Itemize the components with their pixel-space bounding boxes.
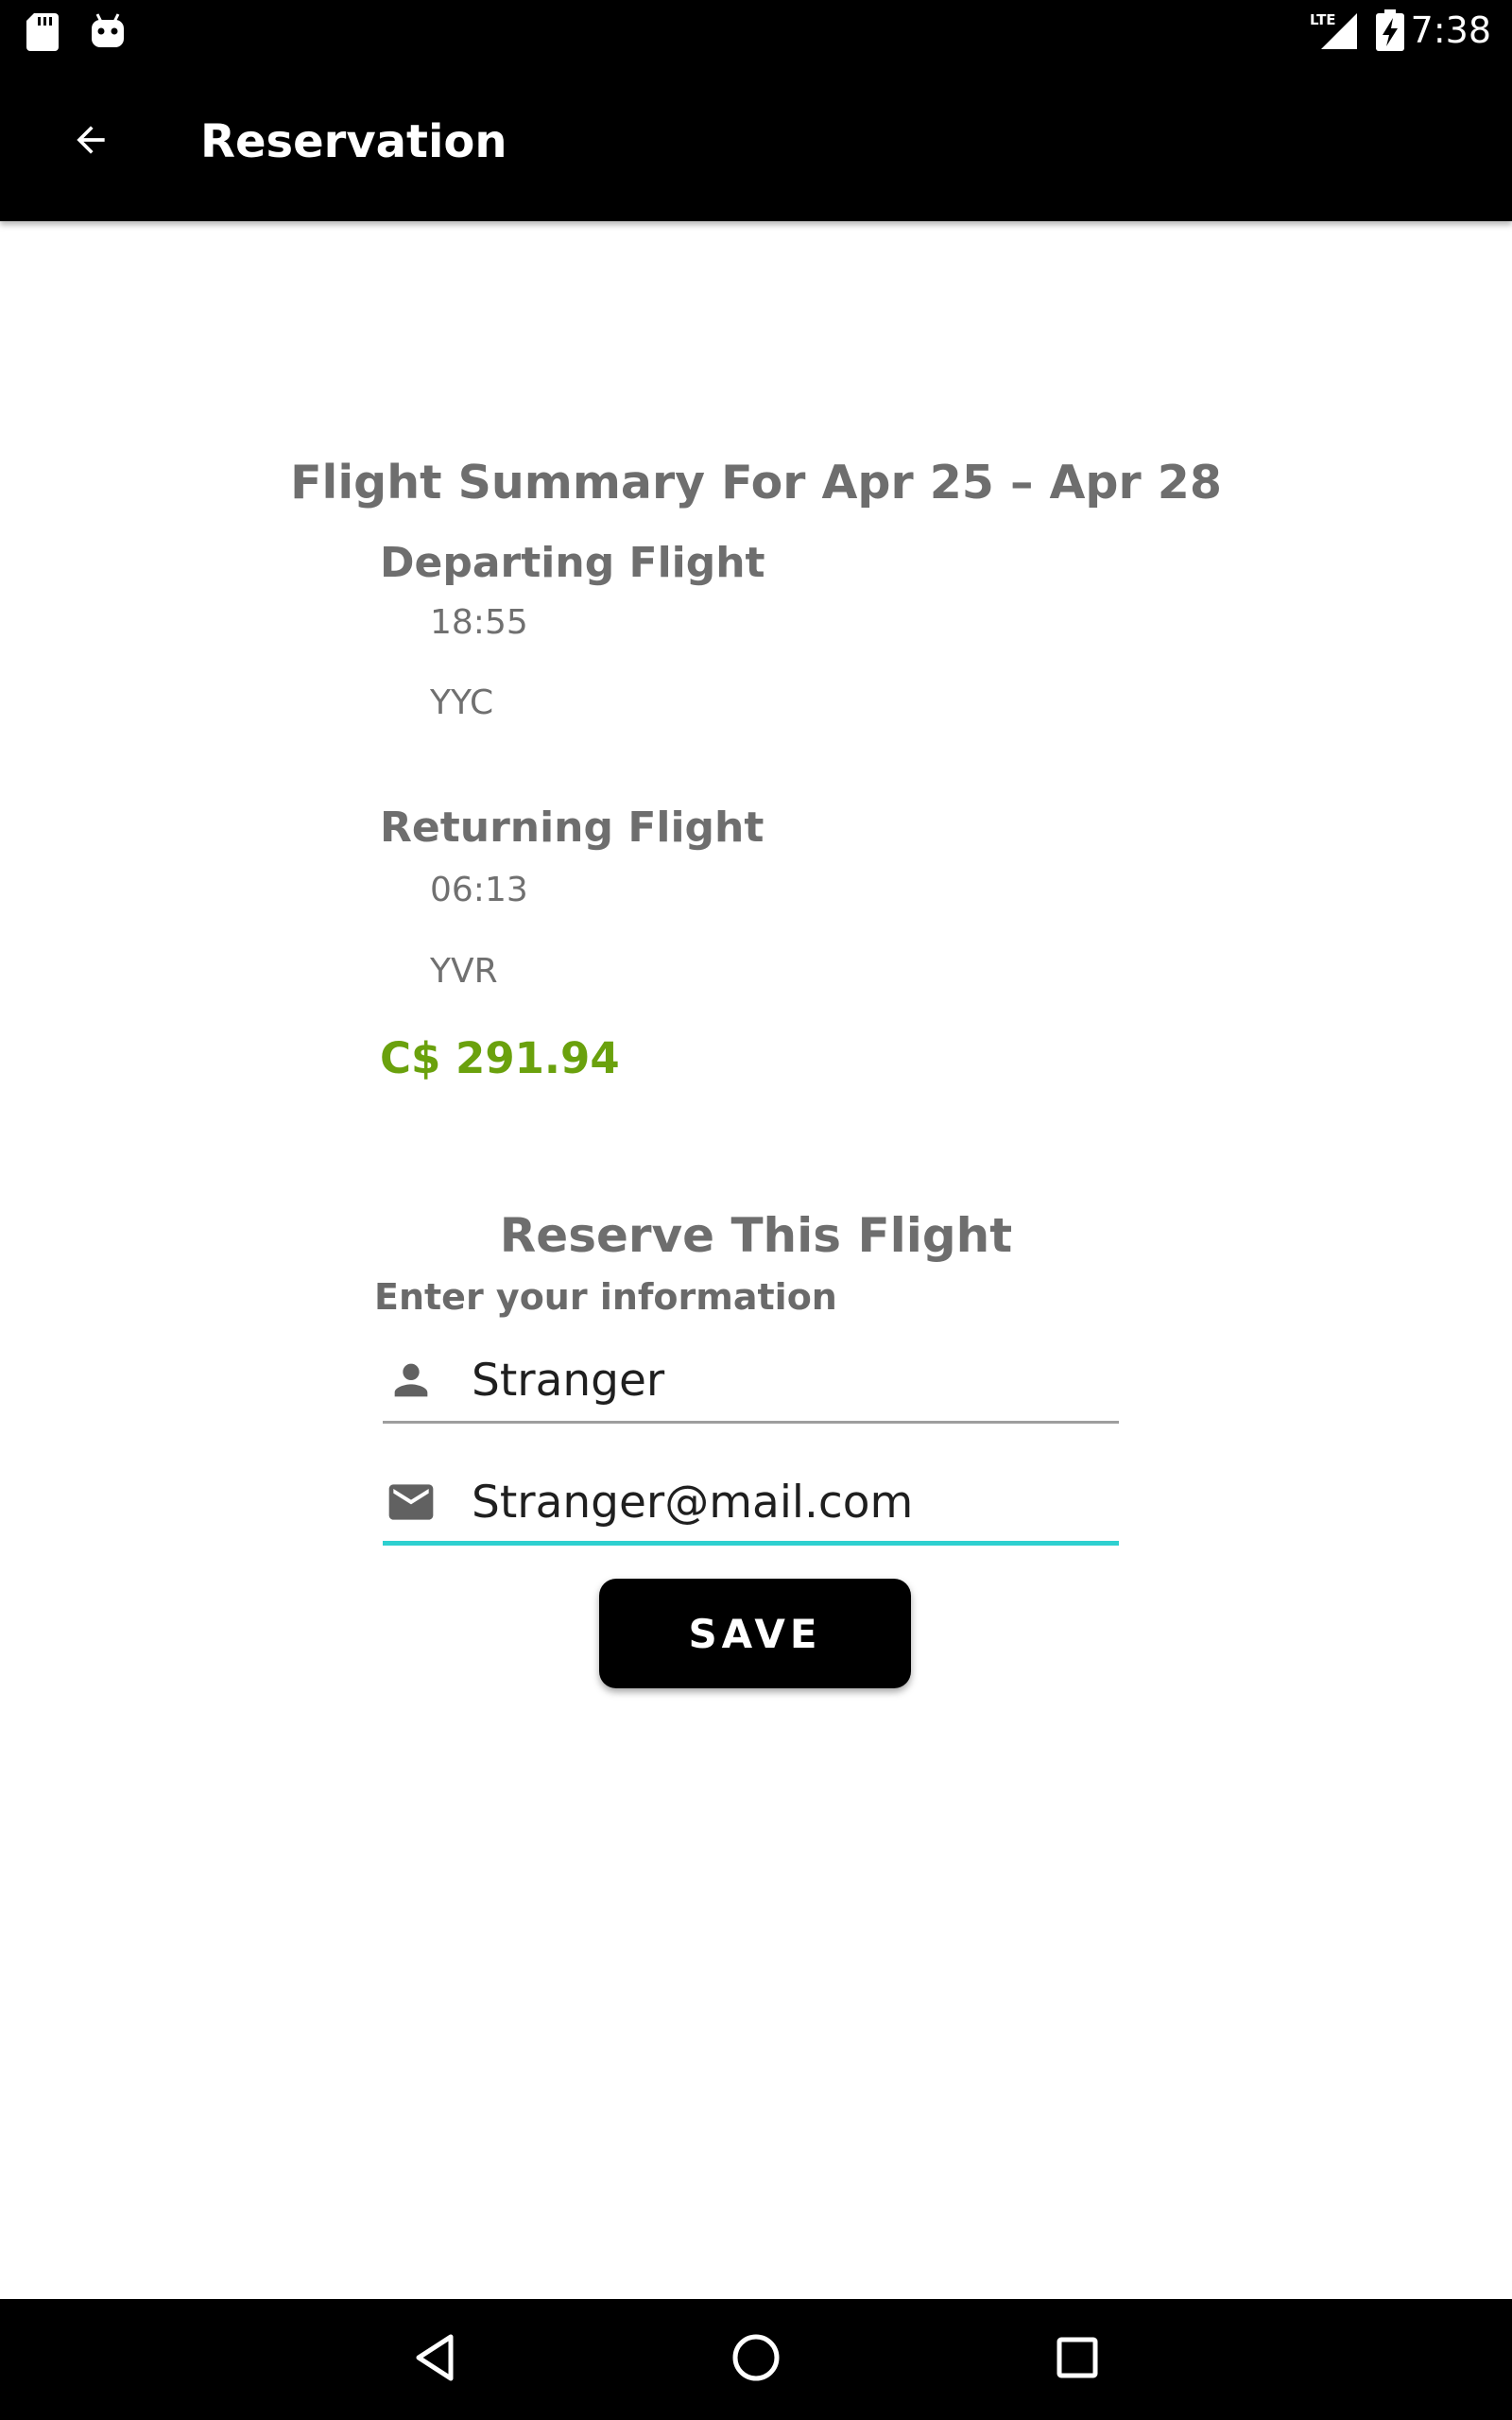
sd-card-icon: [26, 13, 60, 56]
name-field-underline: [383, 1421, 1119, 1424]
name-input[interactable]: [472, 1350, 1105, 1410]
email-field-underline: [383, 1541, 1119, 1546]
nav-back-icon: [411, 2333, 458, 2387]
svg-text:LTE: LTE: [1310, 11, 1336, 28]
departing-flight-time: 18:55: [430, 603, 528, 642]
nav-recents-button[interactable]: [1040, 2322, 1115, 2397]
person-icon: [383, 1352, 439, 1409]
returning-flight-time: 06:13: [430, 871, 528, 909]
status-bar: LTE 7:38: [0, 0, 1512, 60]
app-bar: Reservation: [0, 60, 1512, 221]
name-field[interactable]: [383, 1339, 1119, 1424]
nav-home-icon: [730, 2331, 782, 2389]
status-time: 7:38: [1410, 9, 1491, 51]
nav-back-button[interactable]: [397, 2322, 472, 2397]
save-button[interactable]: SAVE: [599, 1579, 911, 1688]
back-button[interactable]: [53, 104, 129, 180]
departing-flight-airport: YYC: [430, 683, 494, 722]
nav-recents-icon: [1055, 2335, 1100, 2385]
email-input[interactable]: [472, 1472, 1105, 1532]
battery-charging-icon: [1376, 9, 1404, 56]
departing-flight-label: Departing Flight: [380, 539, 765, 587]
android-icon: [89, 11, 127, 54]
returning-flight-label: Returning Flight: [380, 804, 765, 852]
arrow-back-icon: [70, 119, 112, 165]
lte-signal-icon: LTE: [1310, 9, 1359, 56]
mail-icon: [383, 1474, 439, 1530]
returning-flight-airport: YVR: [430, 952, 498, 991]
navigation-bar: [0, 2299, 1512, 2420]
reserve-title: Reserve This Flight: [499, 1208, 1013, 1263]
flight-price: C$ 291.94: [380, 1033, 620, 1083]
screen: LTE 7:38 Reservation Flight Summary For …: [0, 0, 1512, 2420]
flight-summary-title: Flight Summary For Apr 25 – Apr 28: [290, 456, 1222, 510]
email-field[interactable]: [383, 1461, 1119, 1546]
page-title: Reservation: [200, 115, 507, 168]
nav-home-button[interactable]: [718, 2322, 794, 2397]
enter-info-label: Enter your information: [374, 1276, 837, 1318]
